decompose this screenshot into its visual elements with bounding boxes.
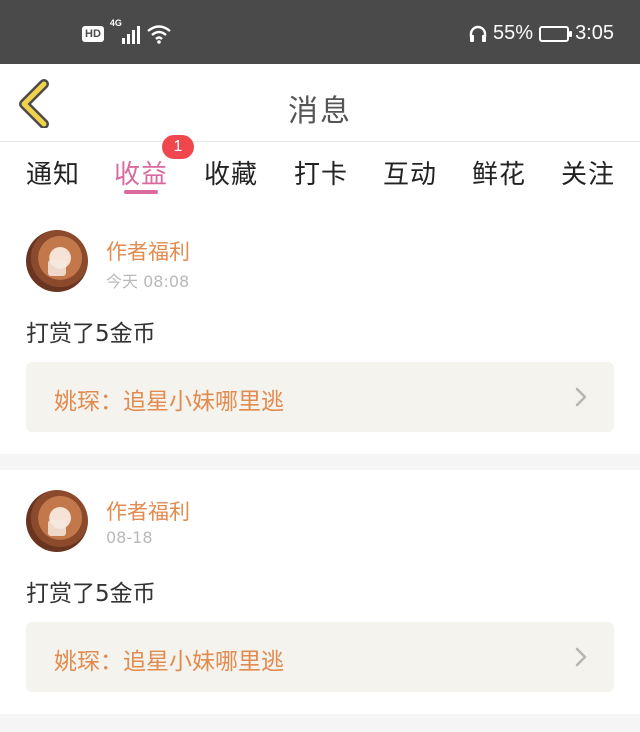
wifi-icon: [147, 25, 171, 44]
message-content: 打赏了5金币: [26, 581, 156, 607]
status-left: HD 4G: [82, 18, 172, 44]
tab-earnings[interactable]: 收益: [114, 154, 168, 191]
tab-bar: 通知 收益 收藏 打卡 互动 鲜花 关注: [0, 142, 640, 210]
active-tab-indicator: [124, 190, 158, 194]
status-right: 55% 3:05: [469, 22, 614, 45]
book-link[interactable]: 姚琛：追星小妹哪里逃: [26, 362, 614, 432]
avatar[interactable]: [26, 490, 88, 552]
book-title: 姚琛：追星小妹哪里逃: [54, 389, 284, 415]
message-content: 打赏了5金币: [26, 321, 156, 347]
author-name[interactable]: 作者福利: [106, 236, 190, 266]
battery-percent: 55%: [493, 22, 534, 44]
signal-icon: 4G: [110, 18, 140, 44]
tab-interaction[interactable]: 互动: [383, 154, 437, 191]
book-link[interactable]: 姚琛：追星小妹哪里逃: [26, 622, 614, 692]
battery-icon: [539, 25, 573, 42]
hd-icon: HD: [82, 26, 104, 42]
book-title: 姚琛：追星小妹哪里逃: [54, 649, 284, 675]
headphones-icon: [469, 25, 487, 42]
tab-flowers[interactable]: 鲜花: [472, 154, 526, 191]
avatar[interactable]: [26, 230, 88, 292]
tab-follow[interactable]: 关注: [561, 154, 615, 191]
chevron-right-icon: [575, 647, 587, 667]
message-card: 作者福利 08-18 打赏了5金币 姚琛：追星小妹哪里逃: [0, 470, 640, 714]
message-time: 今天 08:08: [106, 272, 190, 291]
network-type: 4G: [109, 18, 122, 28]
tab-notifications[interactable]: 通知: [26, 154, 80, 191]
tab-checkin[interactable]: 打卡: [294, 154, 348, 191]
nav-bar: 消息: [0, 64, 640, 142]
clock: 3:05: [575, 22, 614, 44]
tab-favorites[interactable]: 收藏: [204, 154, 258, 191]
message-card: 作者福利 今天 08:08 打赏了5金币 姚琛：追星小妹哪里逃: [0, 210, 640, 454]
status-bar: HD 4G 55% 3:05: [0, 0, 640, 64]
chevron-right-icon: [575, 387, 587, 407]
page-title: 消息: [288, 94, 352, 129]
unread-badge: 1: [162, 135, 194, 159]
message-time: 08-18: [106, 528, 153, 547]
author-name[interactable]: 作者福利: [106, 496, 190, 526]
